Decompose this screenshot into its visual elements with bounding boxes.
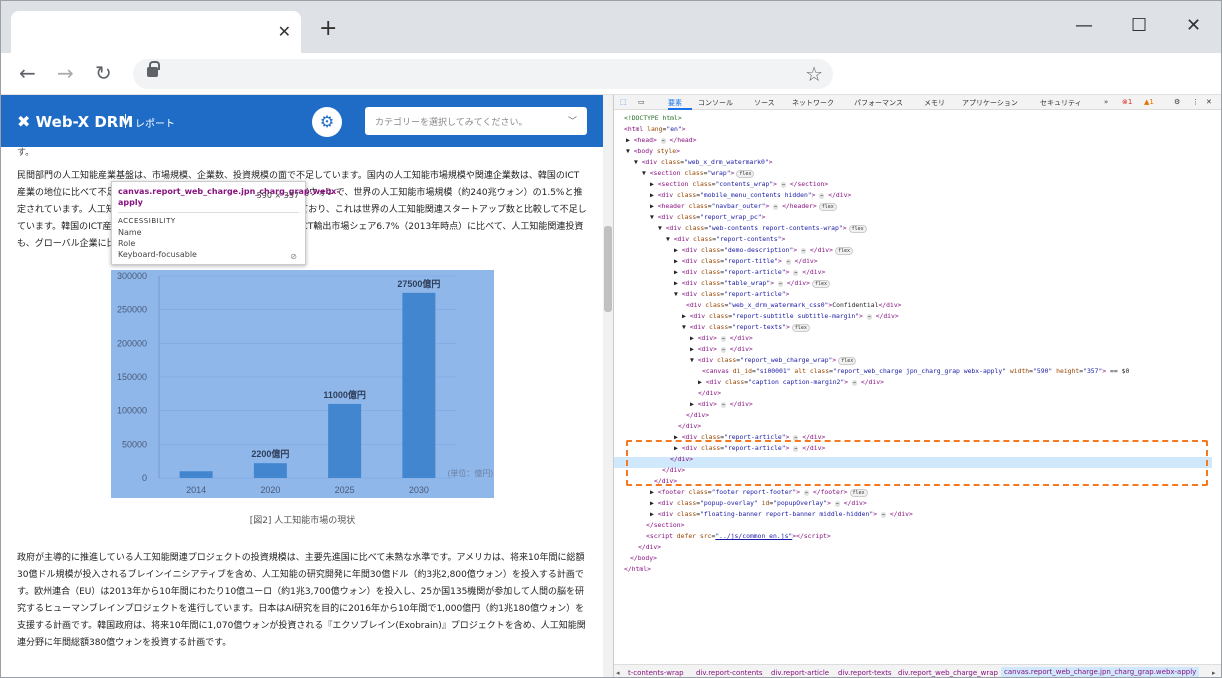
breadcrumb-item[interactable]: div.report-texts — [838, 669, 892, 677]
y-tick-label: 50000 — [122, 439, 147, 449]
web-page: す。 民間部門の人工知能産業基盤は、市場規模、企業数、投資規模の面で不足していま… — [1, 95, 603, 677]
category-placeholder: カテゴリーを選択してみてください。 — [375, 118, 528, 128]
new-tab-button[interactable]: + — [319, 18, 337, 40]
breadcrumb-item[interactable]: div.report-contents — [696, 669, 763, 677]
tooltip-selector: canvas.report_web_charge.jpn_charg_grap.… — [118, 187, 340, 207]
breadcrumb-item-selected[interactable]: canvas.report_web_charge.jpn_charg_grap.… — [1001, 667, 1200, 677]
y-tick-label: 0 — [142, 473, 147, 483]
kebab-menu-icon[interactable]: ⋮ — [1192, 98, 1199, 106]
x-tick-label: 2020 — [260, 485, 280, 495]
figure-caption: [図2] 人工知能市場の現状 — [249, 516, 356, 526]
address-bar[interactable]: ☆ — [133, 59, 833, 89]
data-label: 27500億円 — [397, 278, 440, 289]
chart-svg: 0 50000 100000 150000 200000 250000 300000 2014… — [117, 271, 494, 495]
bookmark-star-icon[interactable]: ☆ — [805, 62, 823, 86]
settings-icon[interactable]: ⚙ — [1174, 98, 1180, 106]
tab-close-icon[interactable]: ✕ — [278, 22, 291, 41]
y-tick-label: 250000 — [117, 305, 147, 315]
bar — [253, 463, 287, 478]
data-label: 11000億円 — [323, 389, 366, 400]
tab-sources[interactable]: ソース — [754, 98, 775, 108]
browser-window: ✕ + — ☐ ✕ ← → ↻ ☆ す。 民間部門の人工知能産業基盤は、市場規模… — [0, 0, 1222, 678]
close-devtools-icon[interactable]: ✕ — [1206, 98, 1212, 106]
logo-divider — [125, 114, 126, 128]
category-select[interactable]: カテゴリーを選択してみてください。 ﹀ — [365, 107, 587, 135]
tab-security[interactable]: セキュリティ — [1040, 98, 1082, 108]
devtools-toolbar: ⬚ ▭ 要素 コンソール ソース ネットワーク パフォーマンス メモリ アプリケ… — [614, 95, 1221, 110]
logo-subtitle: レポート — [135, 119, 175, 130]
error-count: ⊗1 — [1122, 98, 1133, 106]
breadcrumb: ◂ t-contents-wrap div.report-contents di… — [614, 664, 1221, 677]
lock-icon — [147, 61, 160, 77]
tab-memory[interactable]: メモリ — [924, 98, 945, 108]
minimize-button[interactable]: — — [1075, 15, 1093, 36]
data-label: 2200億円 — [251, 448, 289, 459]
unit-note: (単位：億円) — [448, 468, 494, 478]
forward-button[interactable]: → — [57, 61, 74, 85]
devtools-panel: ⬚ ▭ 要素 コンソール ソース ネットワーク パフォーマンス メモリ アプリケ… — [613, 95, 1221, 677]
y-tick-label: 100000 — [117, 406, 147, 416]
breadcrumb-item[interactable]: div.report_web_charge_wrap — [898, 669, 998, 677]
back-button[interactable]: ← — [19, 61, 36, 85]
tooltip-row-role: Role — [118, 239, 136, 248]
tab-console[interactable]: コンソール — [698, 98, 733, 108]
site-logo[interactable]: ✖ Web-X DRM — [17, 112, 133, 131]
not-focusable-icon: ⊘ — [290, 252, 297, 261]
page-scrollbar[interactable] — [603, 95, 613, 677]
x-tick-label: 2025 — [335, 485, 355, 495]
inspect-element-icon[interactable]: ⬚ — [620, 98, 627, 106]
tooltip-row-focusable: Keyboard-focusable — [118, 250, 197, 259]
tab-elements[interactable]: 要素 — [668, 98, 682, 108]
chevron-down-icon: ﹀ — [567, 117, 577, 127]
device-toggle-icon[interactable]: ▭ — [638, 98, 645, 106]
tooltip-section-title: ACCESSIBILITY — [118, 217, 176, 225]
settings-gear-icon[interactable]: ⚙ — [312, 107, 342, 137]
paragraph-fragment: す。 — [17, 148, 35, 158]
tab-strip: ✕ + — ☐ ✕ — [1, 1, 1221, 53]
site-header: ✖ Web-X DRM レポート ⚙ カテゴリーを選択してみてください。 ﹀ — [1, 95, 603, 147]
inspect-tooltip: canvas.report_web_charge.jpn_charg_grap.… — [111, 181, 340, 265]
bar — [179, 471, 213, 478]
page-scrollbar-thumb[interactable] — [604, 226, 612, 312]
more-tabs-icon[interactable]: » — [1104, 98, 1108, 106]
tooltip-size: 590 × 357 — [256, 191, 299, 200]
market-chart: 0 50000 100000 150000 200000 250000 300000 2014… — [111, 270, 494, 498]
bar — [402, 292, 436, 478]
breadcrumb-item[interactable]: div.report-article — [771, 669, 829, 677]
tab-network[interactable]: ネットワーク — [792, 98, 834, 108]
article-paragraph-2: 政府が主導的に推進している人工知能関連プロジェクトの投資規模は、主要先進国に比べ… — [17, 553, 586, 648]
y-tick-label: 300000 — [117, 271, 147, 281]
maximize-button[interactable]: ☐ — [1131, 15, 1147, 36]
highlight-annotation-box — [626, 440, 1208, 486]
browser-tab[interactable]: ✕ — [11, 11, 301, 53]
close-window-button[interactable]: ✕ — [1186, 15, 1201, 36]
tab-performance[interactable]: パフォーマンス — [854, 98, 903, 108]
bar — [328, 403, 362, 478]
dom-tree: <!DOCTYPE html> <html lang="en"> ▶ <head… — [624, 114, 1130, 573]
browser-toolbar: ← → ↻ ☆ — [1, 53, 1221, 95]
warning-count: ▲1 — [1144, 98, 1154, 106]
breadcrumb-item[interactable]: t-contents-wrap — [628, 669, 684, 677]
x-tick-label: 2030 — [409, 485, 429, 495]
tooltip-row-name: Name — [118, 228, 142, 237]
reload-button[interactable]: ↻ — [95, 61, 112, 85]
x-tick-label: 2014 — [186, 485, 206, 495]
tab-application[interactable]: アプリケーション — [962, 98, 1018, 108]
y-tick-label: 150000 — [117, 372, 147, 382]
y-tick-label: 200000 — [117, 338, 147, 348]
